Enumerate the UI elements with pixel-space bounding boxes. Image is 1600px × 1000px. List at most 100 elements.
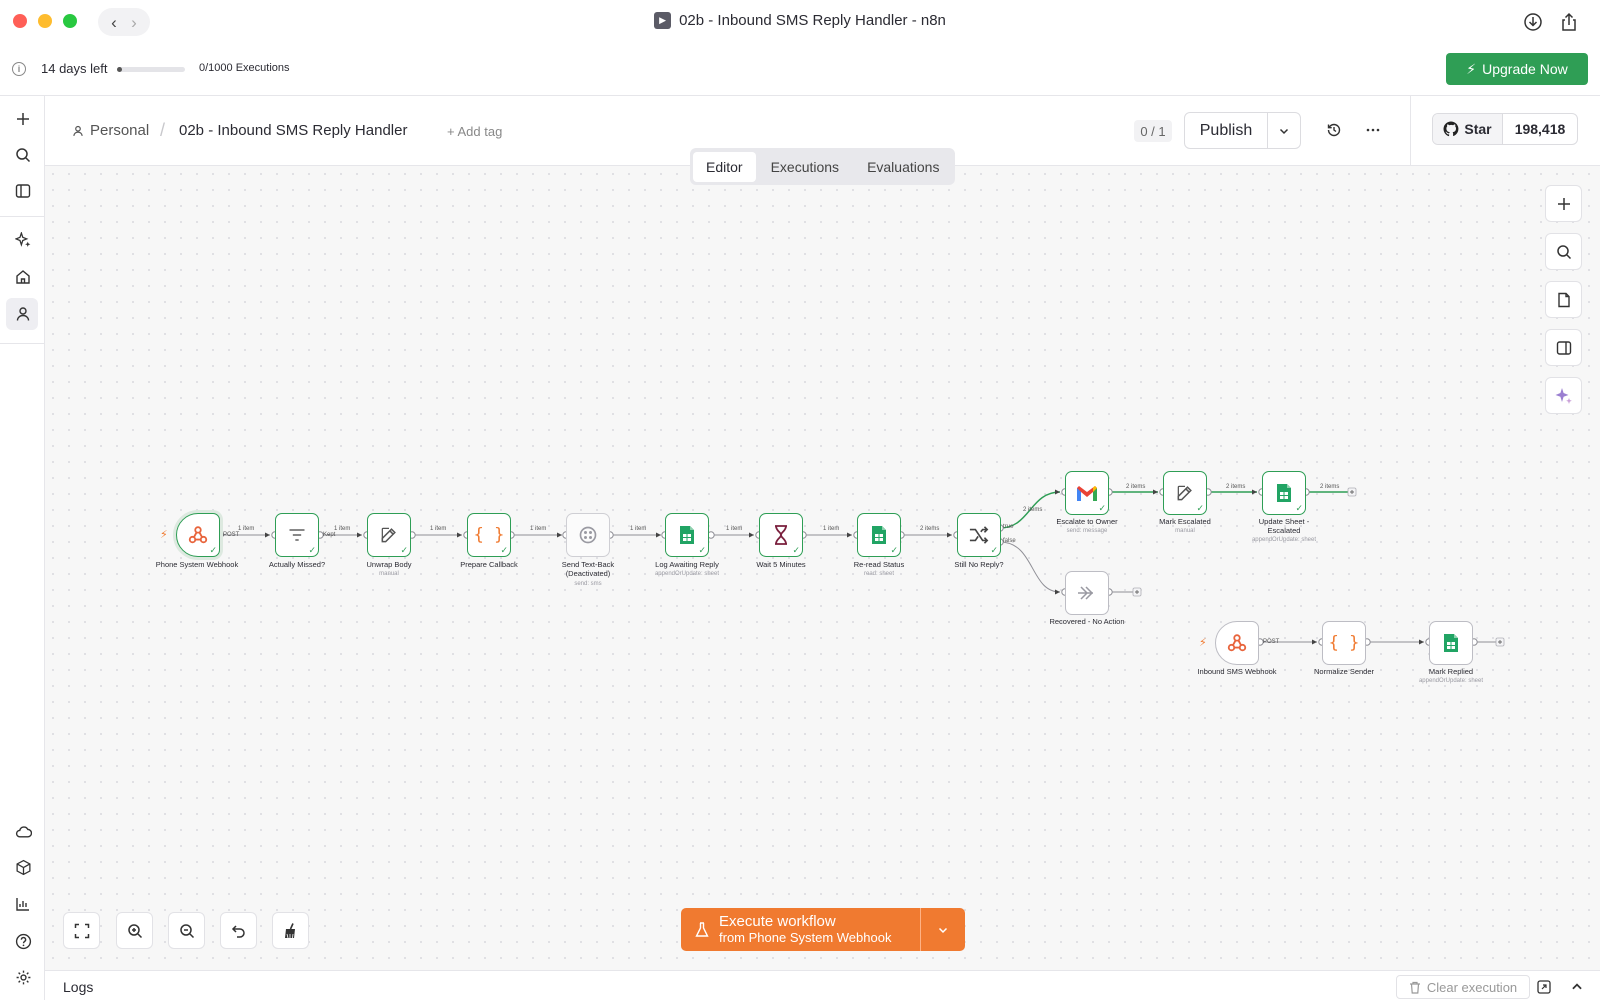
sticky-note-button[interactable] — [1545, 281, 1582, 318]
success-check-icon: ✓ — [890, 545, 898, 555]
noop-arrow-icon — [1078, 586, 1094, 600]
tidy-up-button[interactable] — [272, 912, 309, 949]
edge-label: 2 items — [1023, 507, 1043, 513]
node-escalate-to-owner[interactable]: ✓ — [1065, 471, 1109, 515]
code-icon: { } — [1328, 633, 1360, 653]
fit-view-button[interactable] — [63, 912, 100, 949]
edit-icon — [381, 527, 396, 543]
search-icon — [1556, 244, 1571, 259]
trigger-bolt-icon: ⚡︎ — [1199, 637, 1207, 649]
node-actually-missed[interactable]: ✓ — [275, 513, 319, 557]
sheets-icon — [1444, 634, 1458, 652]
clear-execution-button[interactable]: Clear execution — [1396, 975, 1530, 999]
execute-workflow-label: Execute workflow — [719, 913, 836, 931]
edge-label: 2 items — [920, 526, 940, 532]
success-check-icon: ✓ — [792, 545, 800, 555]
success-check-icon: ✓ — [1098, 503, 1106, 513]
hourglass-icon — [775, 525, 787, 545]
node-send-text-back[interactable] — [566, 513, 610, 557]
plus-icon — [1557, 197, 1570, 210]
filter-icon — [289, 529, 305, 541]
node-recovered-no-action[interactable] — [1065, 571, 1109, 615]
logs-bar[interactable] — [45, 970, 1600, 1000]
edge-label: 1 item — [238, 526, 255, 532]
broom-icon — [284, 922, 295, 938]
success-check-icon: ✓ — [1295, 503, 1303, 513]
search-nodes-button[interactable] — [1545, 233, 1582, 270]
success-check-icon: ✓ — [990, 545, 998, 555]
node-label: Mark Escalated — [1159, 517, 1211, 526]
twilio-icon — [579, 526, 597, 544]
node-subtitle: read: sheet — [863, 571, 895, 577]
edit-icon — [1177, 485, 1192, 501]
undo-icon — [231, 924, 245, 938]
node-phone-system-webhook[interactable]: ✓ — [176, 513, 220, 557]
node-label: Still No Reply? — [954, 560, 1004, 569]
sheets-icon — [680, 526, 694, 544]
chevron-up-icon[interactable] — [1570, 980, 1586, 996]
zoom-out-icon — [179, 923, 194, 938]
add-node-button[interactable] — [1545, 185, 1582, 222]
node-subtitle: appendOrUpdate: sheet — [1251, 537, 1317, 543]
webhook-icon — [1227, 634, 1247, 652]
edge-label: Kept — [323, 532, 336, 538]
sheets-icon — [872, 526, 886, 544]
execute-workflow-button[interactable]: Execute workflow from Phone System Webho… — [681, 908, 920, 951]
ai-assistant-button[interactable] — [1545, 377, 1582, 414]
node-subtitle: appendOrUpdate: sheet — [1418, 678, 1484, 684]
node-subtitle: appendOrUpdate: sheet — [654, 571, 720, 577]
node-label: Normalize Sender — [1313, 667, 1375, 676]
node-re-read-status[interactable]: ✓ — [857, 513, 901, 557]
if-icon — [969, 526, 989, 544]
edge-label: 2 items — [1320, 484, 1340, 490]
success-check-icon: ✓ — [209, 545, 217, 555]
logs-popout-icon[interactable] — [1537, 980, 1553, 996]
webhook-icon — [188, 526, 208, 544]
node-label: Send Text-Back (Deactivated) — [561, 560, 615, 578]
chevron-down-icon — [938, 927, 948, 933]
edge-label: 2 items — [1126, 484, 1146, 490]
edge-label: false — [1003, 538, 1016, 544]
execute-workflow-dropdown[interactable] — [920, 908, 965, 951]
zoom-in-button[interactable] — [116, 912, 153, 949]
connections-layer — [216, 487, 1505, 647]
node-subtitle: manual — [1175, 528, 1195, 534]
edge-label: true — [1003, 524, 1014, 530]
node-prepare-callback[interactable]: { } ✓ — [467, 513, 511, 557]
node-mark-replied[interactable] — [1429, 621, 1473, 665]
node-mark-escalated[interactable]: ✓ — [1163, 471, 1207, 515]
node-label: Prepare Callback — [460, 560, 518, 569]
node-wait-5-minutes[interactable]: ✓ — [759, 513, 803, 557]
node-subtitle: manual — [379, 571, 399, 577]
success-check-icon: ✓ — [698, 545, 706, 555]
clear-execution-label: Clear execution — [1426, 979, 1518, 995]
edge-label: 2 items — [1226, 484, 1246, 490]
ai-sparkle-icon — [1555, 387, 1572, 404]
code-icon: { } — [473, 525, 505, 545]
node-subtitle: send: sms — [574, 581, 602, 587]
edge-label: POST — [223, 532, 240, 538]
node-label: Update Sheet - Escalated — [1258, 517, 1310, 535]
side-panel-button[interactable] — [1545, 329, 1582, 366]
node-inbound-sms-webhook[interactable] — [1215, 621, 1259, 665]
success-check-icon: ✓ — [400, 545, 408, 555]
logs-label[interactable]: Logs — [63, 979, 93, 995]
edge-label: POST — [1263, 639, 1280, 645]
edge-label: 1 item — [726, 526, 743, 532]
execute-workflow-sublabel: from Phone System Webhook — [719, 929, 892, 945]
trash-icon — [1409, 981, 1420, 994]
node-normalize-sender[interactable]: { } — [1322, 621, 1366, 665]
flask-icon — [695, 921, 709, 937]
zoom-in-icon — [127, 923, 142, 938]
zoom-out-button[interactable] — [168, 912, 205, 949]
fit-view-icon — [74, 923, 89, 938]
node-unwrap-body[interactable]: ✓ — [367, 513, 411, 557]
node-update-sheet-escalated[interactable]: ✓ — [1262, 471, 1306, 515]
gmail-icon — [1077, 485, 1097, 501]
node-label: Mark Replied — [1428, 667, 1474, 676]
node-label: Recovered - No Action — [1049, 617, 1125, 626]
undo-button[interactable] — [220, 912, 257, 949]
panel-right-icon — [1556, 340, 1571, 355]
node-still-no-reply[interactable]: ✓ — [957, 513, 1001, 557]
node-log-awaiting-reply[interactable]: ✓ — [665, 513, 709, 557]
